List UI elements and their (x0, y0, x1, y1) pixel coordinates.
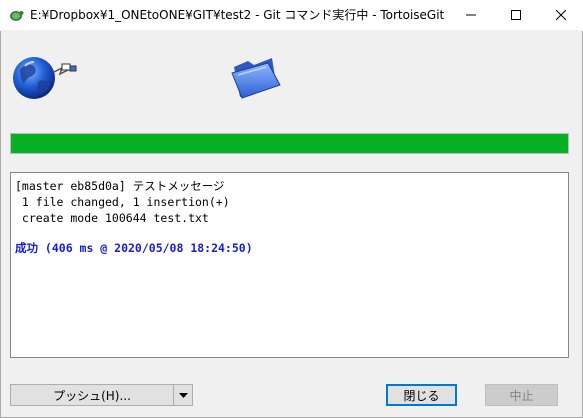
minimize-icon (465, 14, 476, 16)
output-log[interactable]: [master eb85d0a] テストメッセージ 1 file changed… (10, 172, 569, 358)
log-line: create mode 100644 test.txt (15, 211, 209, 225)
minimize-button[interactable] (448, 0, 493, 30)
close-icon (555, 10, 566, 20)
close-window-button[interactable] (538, 0, 583, 30)
push-dropdown-arrow[interactable] (174, 392, 192, 398)
log-line: [master eb85d0a] テストメッセージ (15, 179, 225, 193)
tortoisegit-icon (8, 7, 24, 23)
push-button[interactable]: プッシュ(H)... (10, 384, 193, 406)
title-bar[interactable]: E:¥Dropbox¥1_ONEtoONE¥GIT¥test2 - Git コマ… (0, 0, 583, 31)
maximize-icon (510, 10, 521, 20)
globe-animation-icon (10, 50, 80, 106)
progress-bar (10, 133, 569, 154)
window-title: E:¥Dropbox¥1_ONEtoONE¥GIT¥test2 - Git コマ… (30, 8, 445, 22)
progress-fill (11, 134, 568, 153)
close-button[interactable]: 閉じる (386, 384, 457, 406)
animation-area (10, 50, 290, 110)
push-button-label: プッシュ(H)... (53, 388, 131, 403)
log-blank-line (15, 226, 564, 240)
chevron-down-icon (178, 392, 188, 398)
log-line: 1 file changed, 1 insertion(+) (15, 195, 230, 209)
folder-icon (228, 53, 284, 101)
maximize-button[interactable] (493, 0, 538, 30)
log-result-line: 成功 (406 ms @ 2020/05/08 18:24:50) (15, 241, 253, 255)
abort-button[interactable]: 中止 (485, 384, 558, 406)
